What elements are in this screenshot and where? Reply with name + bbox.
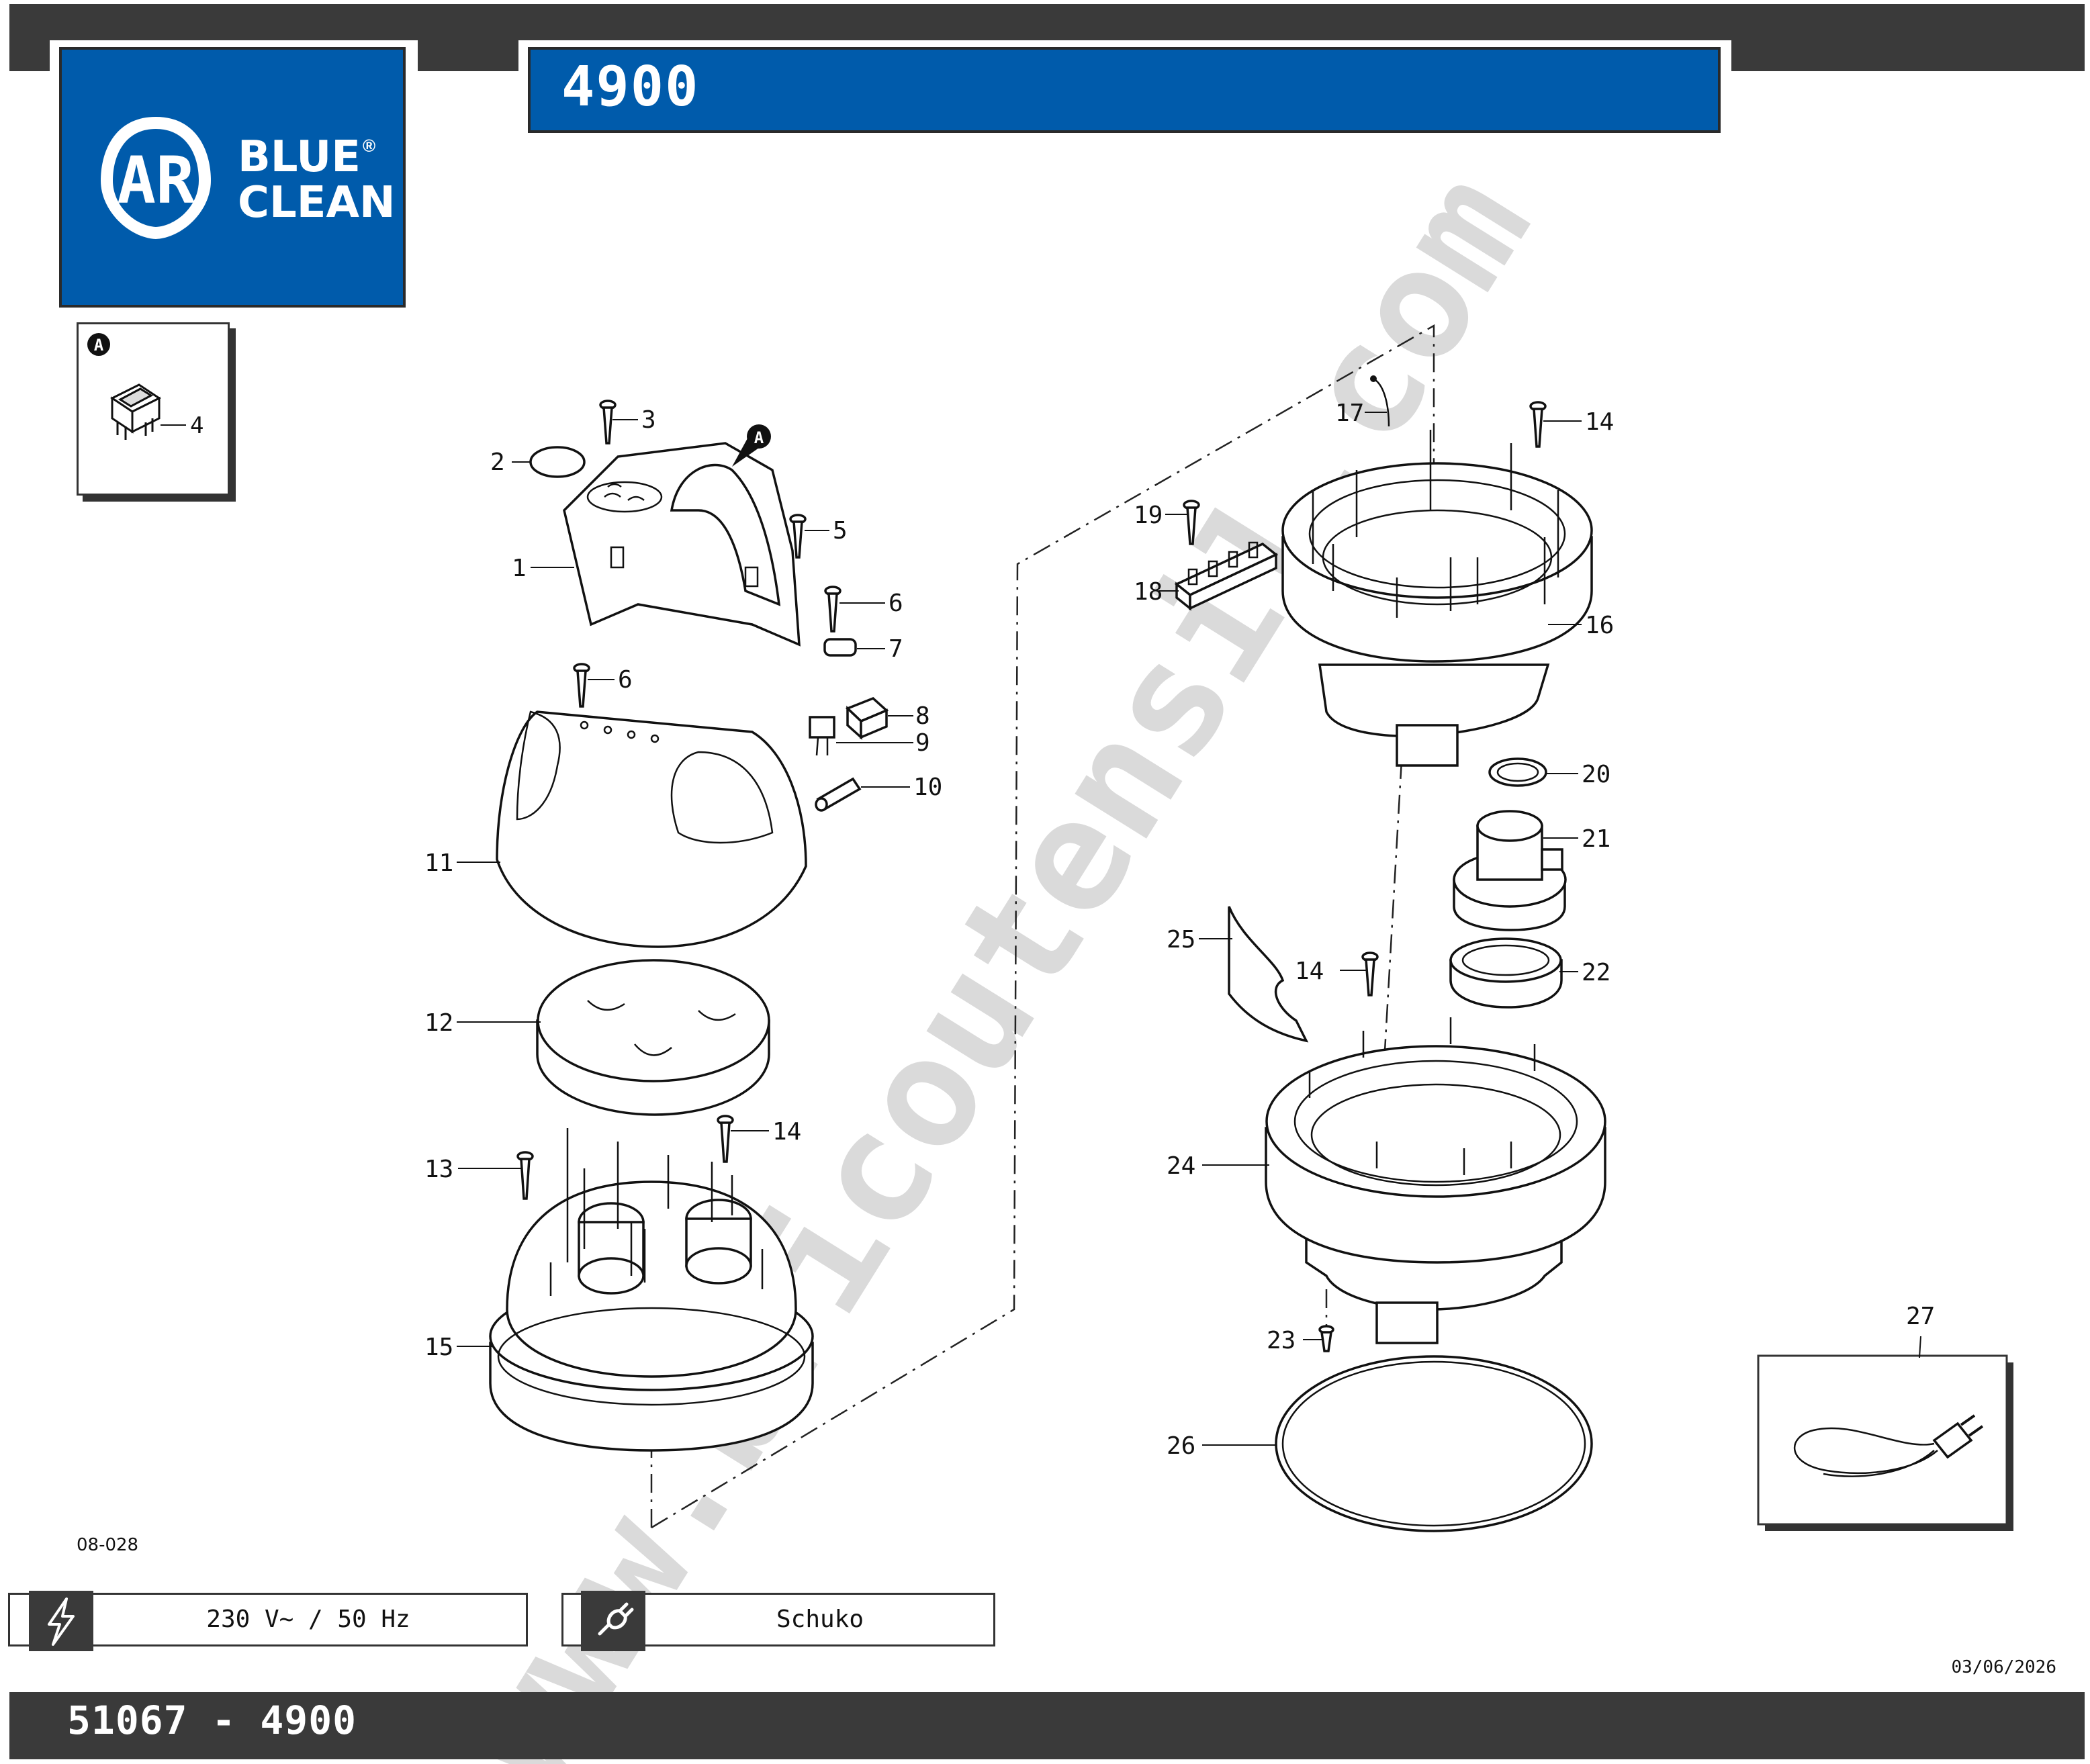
- plug-icon: [581, 1591, 645, 1651]
- part-motor-21: 21: [1453, 810, 1610, 931]
- callout-c6a: 6: [889, 590, 903, 617]
- callout-c12: 12: [424, 1009, 453, 1037]
- callout-c7: 7: [889, 635, 903, 663]
- voltage-value: 230 V~ / 50 Hz: [206, 1606, 410, 1633]
- part-screw-14b: 14: [1529, 401, 1614, 448]
- callout-c14b: 14: [1585, 408, 1614, 436]
- part-upper-housing: 16: [1281, 430, 1614, 767]
- callout-c16: 16: [1585, 612, 1614, 639]
- part-ring-20: 20: [1488, 757, 1610, 788]
- part-screw-6b: 6: [573, 663, 633, 708]
- callout-c25: 25: [1167, 926, 1195, 954]
- part-screw-6a: 6: [824, 586, 903, 633]
- part-screw-14c: 14: [1295, 951, 1379, 996]
- callout-c21: 21: [1582, 825, 1610, 853]
- callout-c22: 22: [1582, 959, 1610, 986]
- part-stud-10: 10: [815, 774, 942, 812]
- part-head-shell: 11: [424, 710, 807, 948]
- callout-c15: 15: [424, 1334, 453, 1361]
- part-filter-disc: 12: [424, 959, 770, 1116]
- callout-c23: 23: [1267, 1327, 1296, 1354]
- callout-c6b: 6: [618, 666, 633, 694]
- callout-c9: 9: [915, 729, 930, 757]
- callout-c27: 27: [1906, 1303, 1935, 1330]
- plug-spec-box: Schuko: [561, 1591, 995, 1651]
- part-gasket-26: 26: [1167, 1355, 1593, 1532]
- part-shield-25: 25: [1167, 906, 1309, 1043]
- callout-c2: 2: [490, 449, 505, 476]
- callout-c11: 11: [424, 849, 453, 877]
- svg-text:A: A: [754, 428, 764, 447]
- part-ring-22: 22: [1449, 937, 1610, 1009]
- callout-c24: 24: [1167, 1152, 1195, 1180]
- footer-model-code: 51067 - 4900: [67, 1698, 357, 1743]
- callout-c18: 18: [1134, 578, 1163, 606]
- callout-c5: 5: [833, 517, 848, 545]
- drawing-code: 08-028: [77, 1535, 139, 1555]
- callout-c19: 19: [1134, 502, 1163, 529]
- callout-c8: 8: [915, 702, 930, 730]
- callout-c3: 3: [641, 406, 656, 434]
- part-screw-13: 13: [424, 1151, 534, 1200]
- part-power-cord-inset: 27: [1757, 1303, 2013, 1531]
- plug-value: Schuko: [776, 1606, 864, 1633]
- part-clip-7: 7: [823, 635, 903, 663]
- part-screw-23: 23: [1267, 1325, 1334, 1354]
- part-screw-5: 5: [789, 514, 848, 559]
- part-o-ring-small: 2: [490, 446, 586, 478]
- callout-c10: 10: [913, 774, 942, 801]
- part-screw-3: 3: [599, 400, 656, 445]
- callout-c17: 17: [1335, 400, 1364, 427]
- callout-c14c: 14: [1295, 958, 1324, 985]
- callout-c20: 20: [1582, 761, 1610, 788]
- print-date: 03/06/2026: [1951, 1657, 2056, 1677]
- callout-c13: 13: [424, 1156, 453, 1183]
- callout-c14a: 14: [772, 1118, 801, 1146]
- exploded-parts-diagram: .part { fill:#fff; stroke:#111; stroke-w…: [424, 143, 2013, 1764]
- callout-c26: 26: [1167, 1432, 1195, 1460]
- callout-c1: 1: [512, 555, 527, 582]
- part-lower-housing: 24: [1167, 1017, 1606, 1344]
- lightning-icon: [29, 1591, 93, 1651]
- voltage-spec-box: 230 V~ / 50 Hz: [8, 1591, 528, 1651]
- axis-line-center: [1382, 725, 1405, 1075]
- part-base-housing: 15: [424, 1128, 814, 1452]
